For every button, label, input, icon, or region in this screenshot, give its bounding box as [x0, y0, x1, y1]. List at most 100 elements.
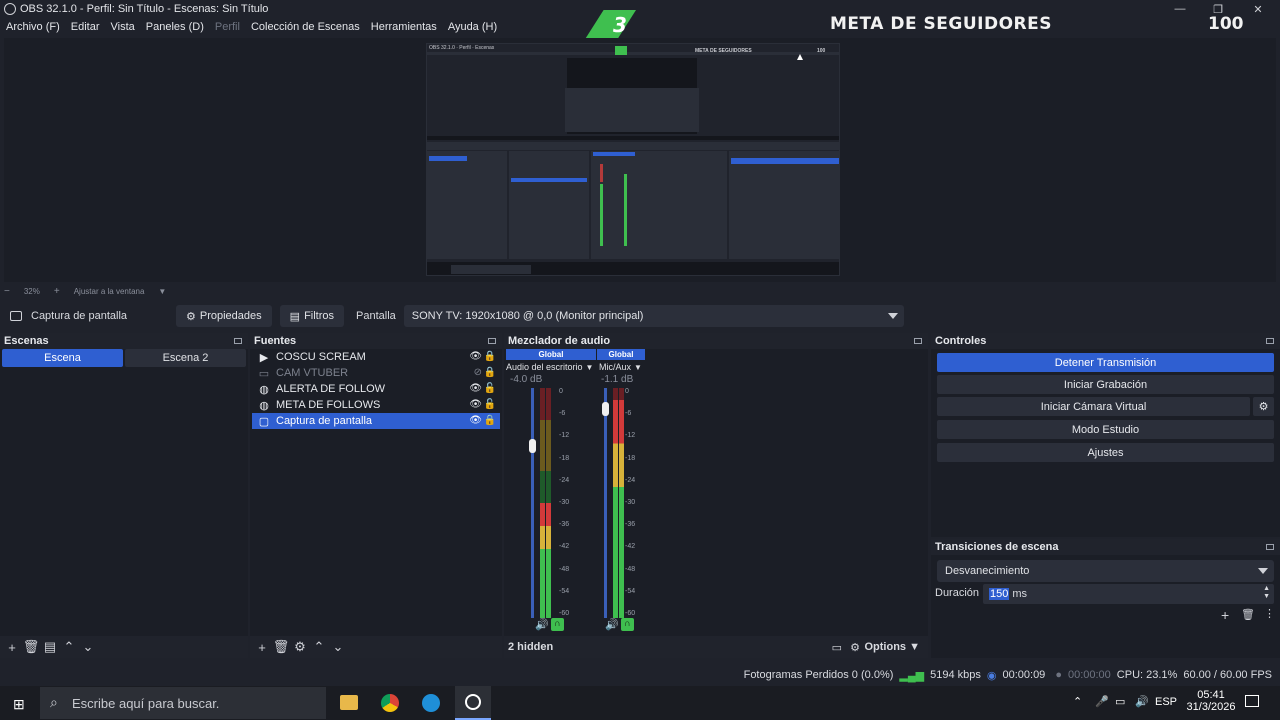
- virtual-camera-button[interactable]: Iniciar Cámara Virtual: [937, 397, 1250, 416]
- add-transition-icon[interactable]: +: [1221, 607, 1229, 623]
- layout-icon[interactable]: ▭: [832, 641, 842, 654]
- eye-icon[interactable]: 👁: [469, 351, 482, 362]
- undock-icon[interactable]: [1266, 338, 1274, 344]
- menu-paneles[interactable]: Paneles (D): [146, 21, 204, 33]
- scene-item-escena[interactable]: Escena: [2, 349, 123, 367]
- undock-icon[interactable]: [488, 338, 496, 344]
- window-title: OBS 32.1.0 - Perfil: Sin Título - Escena…: [20, 3, 269, 15]
- transition-select[interactable]: Desvanecimiento: [937, 560, 1274, 582]
- zoom-dropdown-icon[interactable]: ▼: [158, 287, 166, 296]
- source-row[interactable]: ▶ COSCU SCREAM 👁 🔒: [252, 349, 500, 365]
- fader-handle[interactable]: [529, 438, 536, 453]
- source-row-selected[interactable]: ▢ Captura de pantalla 👁 🔒: [252, 413, 500, 429]
- scenes-footer: + 🗑 ▤ ⌃ ⌄: [0, 636, 248, 658]
- windows-start-icon[interactable]: ⊞: [13, 696, 25, 713]
- add-icon[interactable]: +: [4, 639, 20, 655]
- close-icon[interactable]: ✕: [1240, 0, 1276, 18]
- chevron-down-icon: ▼: [634, 362, 642, 372]
- eye-icon[interactable]: 👁: [469, 399, 482, 410]
- obs-taskbar-button[interactable]: [455, 686, 491, 720]
- fader-track[interactable]: [604, 388, 607, 618]
- menu-archivo[interactable]: Archivo (F): [6, 21, 60, 33]
- source-name: CAM VTUBER: [276, 367, 349, 379]
- virtual-camera-settings-icon[interactable]: ⚙: [1253, 397, 1274, 416]
- scene-item-escena-2[interactable]: Escena 2: [125, 349, 246, 367]
- move-down-icon[interactable]: ⌄: [80, 639, 96, 655]
- eye-icon[interactable]: 👁: [469, 415, 482, 426]
- chevron-up-icon[interactable]: ⌃: [1073, 695, 1082, 708]
- unlock-icon[interactable]: 🔓: [484, 383, 496, 394]
- undock-icon[interactable]: [1266, 544, 1274, 550]
- properties-button[interactable]: ⚙ Propiedades: [176, 305, 272, 327]
- speaker-icon[interactable]: 🔊: [535, 618, 549, 631]
- studio-mode-button[interactable]: Modo Estudio: [937, 420, 1274, 439]
- source-row[interactable]: ▭ CAM VTUBER ⊘ 🔒: [252, 365, 500, 381]
- stop-stream-button[interactable]: Detener Transmisión: [937, 353, 1274, 372]
- menu-herramientas[interactable]: Herramientas: [371, 21, 437, 33]
- fader-track[interactable]: [531, 388, 534, 618]
- language-indicator[interactable]: ESP: [1155, 696, 1177, 708]
- eye-icon[interactable]: 👁: [469, 383, 482, 394]
- menu-vista[interactable]: Vista: [111, 21, 135, 33]
- network-icon[interactable]: ▭: [1115, 695, 1125, 708]
- add-icon[interactable]: +: [254, 639, 270, 655]
- notification-icon[interactable]: [1245, 695, 1259, 707]
- file-explorer-icon[interactable]: [340, 695, 358, 710]
- channel-name-row[interactable]: Audio del escritorio ▼: [506, 360, 596, 374]
- more-icon[interactable]: ⋮: [1264, 607, 1275, 620]
- menu-coleccion[interactable]: Colección de Escenas: [251, 21, 360, 33]
- move-down-icon[interactable]: ⌄: [330, 639, 346, 655]
- fader-handle[interactable]: [602, 401, 609, 416]
- source-row[interactable]: ◍ ALERTA DE FOLLOW 👁 🔓: [252, 381, 500, 397]
- duration-input[interactable]: 150 ms ▲ ▼: [983, 584, 1274, 604]
- stream-time: 00:00:09: [1002, 669, 1046, 681]
- move-up-icon[interactable]: ⌃: [61, 639, 77, 655]
- controls-header: Controles: [931, 333, 1280, 349]
- headphones-icon[interactable]: ∩: [621, 618, 634, 631]
- undock-icon[interactable]: [914, 338, 922, 344]
- status-bar: Fotogramas Perdidos 0 (0.0%) ▂▄▆ 5194 kb…: [0, 664, 1280, 686]
- edge-icon[interactable]: [422, 694, 440, 712]
- menu-editar[interactable]: Editar: [71, 21, 100, 33]
- taskbar-search-input[interactable]: ⌕ Escribe aquí para buscar.: [40, 687, 326, 719]
- menu-bar: Archivo (F) Editar Vista Paneles (D) Per…: [0, 18, 508, 36]
- unlock-icon[interactable]: 🔓: [484, 399, 496, 410]
- eye-off-icon[interactable]: ⊘: [474, 367, 482, 378]
- filters-button[interactable]: ▤ Filtros: [279, 305, 345, 327]
- taskbar-clock[interactable]: 05:41 31/3/2026: [1186, 689, 1236, 713]
- zoom-in-icon[interactable]: +: [54, 286, 60, 297]
- menu-perfil[interactable]: Perfil: [215, 21, 240, 33]
- trash-icon[interactable]: 🗑: [1241, 608, 1255, 621]
- trash-icon[interactable]: 🗑: [273, 639, 290, 655]
- lock-icon[interactable]: 🔒: [484, 415, 496, 426]
- channel-name-row[interactable]: Mic/Aux ▼: [597, 360, 645, 374]
- fit-window-label[interactable]: Ajustar a la ventana: [74, 287, 145, 296]
- options-button[interactable]: Options ▼: [864, 641, 920, 653]
- volume-icon[interactable]: 🔊: [1135, 695, 1149, 708]
- settings-icon[interactable]: ⚙: [850, 641, 860, 654]
- trash-icon[interactable]: 🗑: [23, 639, 40, 655]
- chrome-icon[interactable]: [381, 694, 399, 712]
- settings-button[interactable]: Ajustes: [937, 443, 1274, 462]
- record-icon: ●: [1055, 669, 1062, 681]
- display-select[interactable]: SONY TV: 1920x1080 @ 0,0 (Monitor princi…: [403, 305, 904, 327]
- gear-icon[interactable]: ⚙: [292, 639, 308, 655]
- preview-canvas[interactable]: OBS 32.1.0 · Perfil · Escenas META DE SE…: [426, 43, 840, 276]
- lock-icon[interactable]: 🔒: [484, 351, 496, 362]
- headphones-icon[interactable]: ∩: [551, 618, 564, 631]
- start-recording-button[interactable]: Iniciar Grabación: [937, 375, 1274, 394]
- filter-icon[interactable]: ▤: [42, 639, 58, 655]
- minimize-icon[interactable]: —: [1162, 0, 1198, 18]
- menu-ayuda[interactable]: Ayuda (H): [448, 21, 497, 33]
- microphone-icon[interactable]: 🎤: [1095, 695, 1109, 708]
- source-row[interactable]: ◍ META DE FOLLOWS 👁 🔓: [252, 397, 500, 413]
- move-up-icon[interactable]: ⌃: [311, 639, 327, 655]
- speaker-icon[interactable]: 🔊: [605, 618, 619, 631]
- lock-icon[interactable]: 🔒: [484, 367, 496, 378]
- selected-source: Captura de pantalla: [10, 310, 176, 322]
- undock-icon[interactable]: [234, 338, 242, 344]
- hidden-count[interactable]: 2 hidden: [508, 641, 553, 653]
- zoom-out-icon[interactable]: −: [4, 286, 10, 297]
- filters-label: Filtros: [304, 310, 335, 322]
- spinner-icon[interactable]: ▲ ▼: [1263, 585, 1270, 601]
